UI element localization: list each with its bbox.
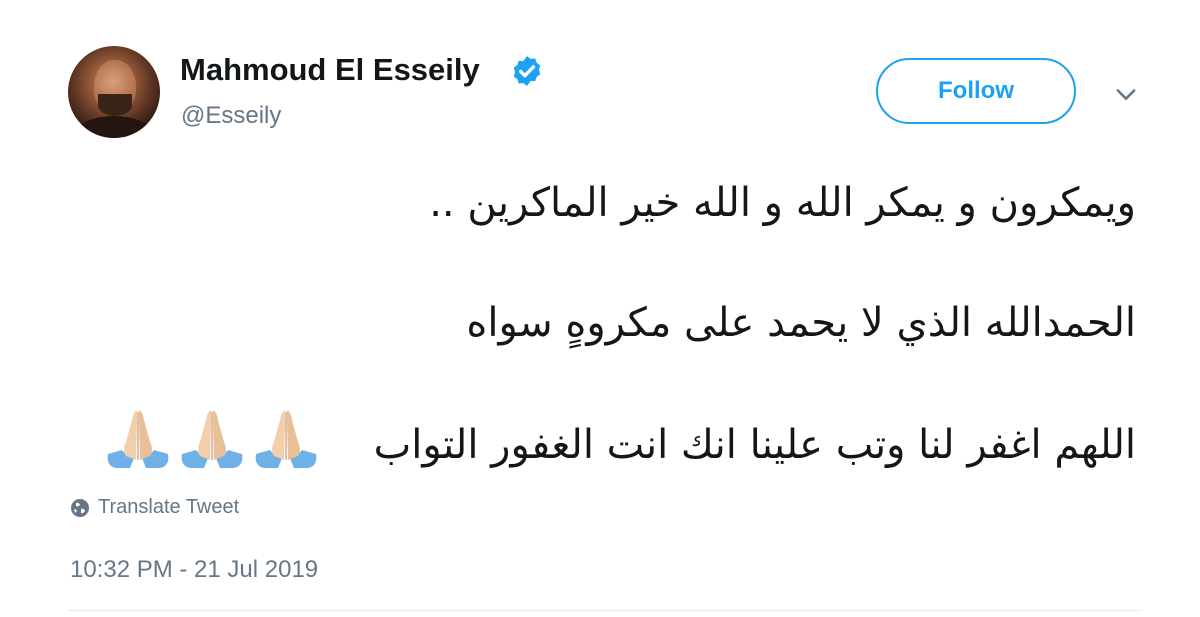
tweet-text-line: ويمكرون و يمكر الله و الله خير الماكرين … <box>429 180 1136 226</box>
author-name[interactable]: Mahmoud El Esseily <box>180 52 480 88</box>
emoji-group <box>102 402 322 474</box>
follow-button[interactable]: Follow <box>876 58 1076 124</box>
author-handle[interactable]: @Esseily <box>181 102 281 130</box>
folded-hands-icon <box>107 410 169 468</box>
translate-tweet-label[interactable]: Translate Tweet <box>98 496 239 519</box>
chevron-down-icon[interactable] <box>1112 80 1140 108</box>
folded-hands-icon <box>181 410 243 468</box>
tweet-text-line: اللهم اغفر لنا وتب علينا انك انت الغفور … <box>373 422 1136 468</box>
avatar[interactable] <box>68 46 160 138</box>
translate-tweet-link[interactable]: Translate Tweet <box>70 496 239 519</box>
tweet-timestamp[interactable]: 10:32 PM - 21 Jul 2019 <box>70 556 318 584</box>
verified-badge-icon <box>513 56 541 86</box>
tweet-text-line: الحمدالله الذي لا يحمد على مكروهٍ سواه <box>466 300 1136 346</box>
avatar-beard <box>98 94 132 116</box>
avatar-shoulders <box>74 116 154 138</box>
globe-icon <box>71 498 89 517</box>
divider <box>68 610 1142 611</box>
folded-hands-icon <box>255 410 317 468</box>
